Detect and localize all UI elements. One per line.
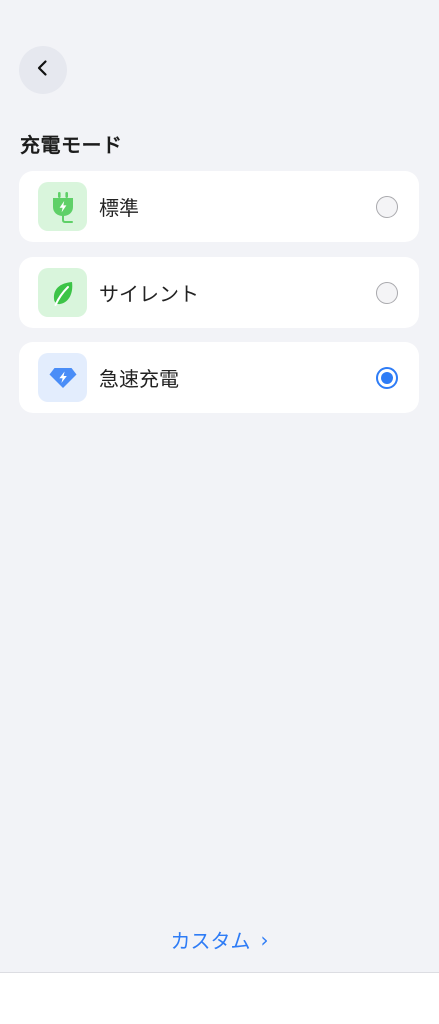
mode-label: 標準 [99, 196, 139, 220]
section-title: 充電モード [20, 133, 123, 157]
back-button[interactable] [19, 46, 67, 94]
leaf-icon [38, 268, 87, 317]
mode-option-standard[interactable]: 標準 [19, 171, 419, 242]
radio-button[interactable] [376, 281, 398, 304]
mode-option-silent[interactable]: サイレント [19, 257, 419, 328]
radio-button[interactable] [376, 195, 398, 218]
plug-icon [38, 182, 87, 231]
custom-link[interactable]: カスタム › [0, 925, 439, 954]
custom-link-label: カスタム [170, 929, 251, 953]
mode-label: サイレント [99, 282, 199, 306]
diamond-bolt-icon [38, 353, 87, 402]
chevron-right-icon: › [260, 927, 269, 952]
radio-dot [381, 371, 393, 384]
mode-label: 急速充電 [99, 367, 179, 391]
footer-bar [0, 972, 439, 1024]
radio-button-selected[interactable] [376, 366, 398, 389]
chevron-left-icon [33, 58, 53, 82]
mode-option-fast-charge[interactable]: 急速充電 [19, 342, 419, 413]
